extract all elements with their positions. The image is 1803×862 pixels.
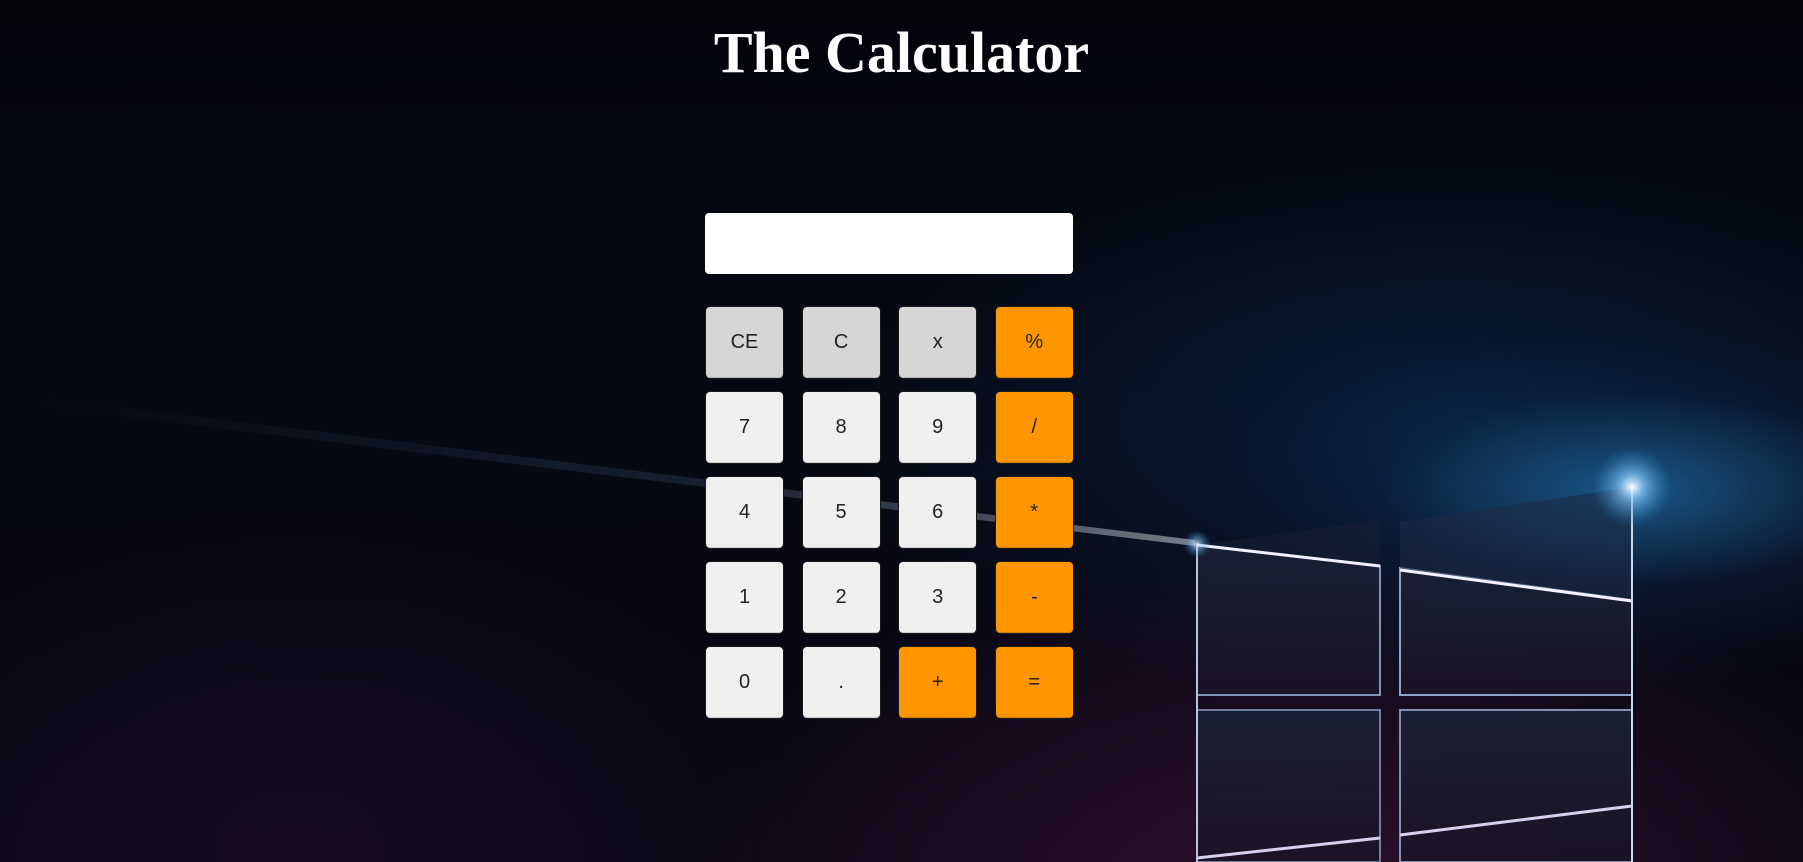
digit-6-button[interactable]: 6 bbox=[898, 476, 978, 549]
calculator-display-input[interactable] bbox=[705, 213, 1073, 274]
keypad: CE Cx% 7 8 9/ 4 5 6 * 1 2 3- 0. + = bbox=[705, 306, 1074, 719]
equals-button[interactable]: = bbox=[994, 646, 1074, 719]
digit-2-button[interactable]: 2 bbox=[801, 561, 881, 634]
page-title: The Calculator bbox=[713, 20, 1090, 85]
multiply-button[interactable]: * bbox=[994, 476, 1074, 549]
digit-7-button[interactable]: 7 bbox=[705, 391, 784, 464]
clear-entry-button[interactable]: CE bbox=[705, 306, 784, 379]
digit-4-button[interactable]: 4 bbox=[705, 476, 784, 549]
percent-button[interactable]: % bbox=[994, 306, 1074, 379]
decimal-point-button[interactable]: . bbox=[801, 646, 881, 719]
clear-button[interactable]: C bbox=[801, 306, 881, 379]
digit-0-button[interactable]: 0 bbox=[705, 646, 784, 719]
digit-3-button[interactable]: 3 bbox=[898, 561, 978, 634]
digit-9-button[interactable]: 9 bbox=[898, 391, 978, 464]
digit-5-button[interactable]: 5 bbox=[801, 476, 881, 549]
calculator: CE Cx% 7 8 9/ 4 5 6 * 1 2 3- 0. + = bbox=[705, 213, 1074, 719]
digit-1-button[interactable]: 1 bbox=[705, 561, 784, 634]
subtract-button[interactable]: - bbox=[994, 561, 1074, 634]
digit-8-button[interactable]: 8 bbox=[801, 391, 881, 464]
divide-button[interactable]: / bbox=[994, 391, 1074, 464]
backspace-button[interactable]: x bbox=[898, 306, 978, 379]
add-button[interactable]: + bbox=[898, 646, 978, 719]
